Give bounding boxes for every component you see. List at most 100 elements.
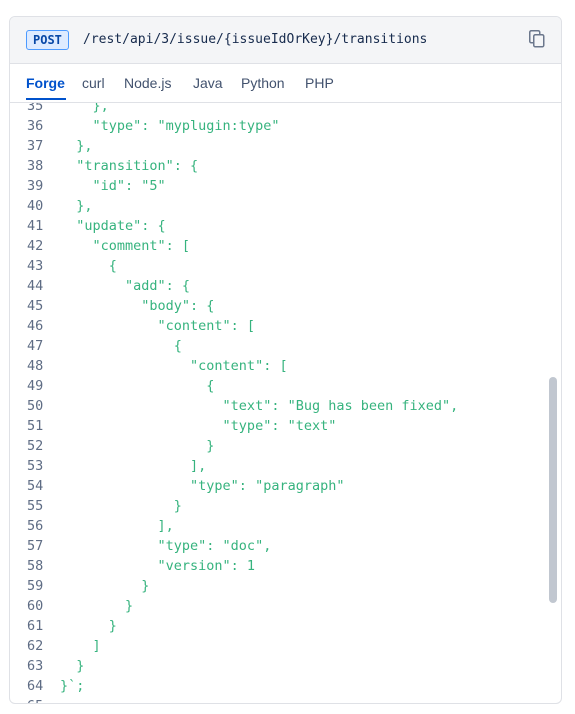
code-line: 64 }`; [10,676,540,696]
code-line: 46 "content": [ [10,316,540,336]
code-text: } [60,438,215,454]
http-method-badge: POST [26,30,69,50]
code-line: 44 "add": { [10,276,540,296]
code-line: 36 "type": "myplugin:type" [10,116,540,136]
line-number: 60 [27,598,44,614]
code-scrollbar[interactable] [549,103,557,703]
code-line: 49 { [10,376,540,396]
code-line: 35 }, [10,103,540,116]
code-text: "transition": { [60,158,199,174]
tab-python[interactable]: Python [241,75,285,91]
tab-forge[interactable]: Forge [26,75,65,91]
code-text: "update": { [60,218,166,234]
code-text: } [60,498,182,514]
line-number: 55 [27,498,44,514]
code-line: 38 "transition": { [10,156,540,176]
code-line: 60 } [10,596,540,616]
code-text: "type": "doc", [60,538,272,554]
code-line: 39 "id": "5" [10,176,540,196]
code-text: "id": "5" [60,178,166,194]
code-line: 48 "content": [ [10,356,540,376]
code-text: { [60,378,215,394]
line-number: 62 [27,638,44,654]
code-text: "type": "myplugin:type" [60,118,280,134]
code-text: ], [60,458,207,474]
code-text: }, [60,103,109,114]
line-number: 49 [27,378,44,394]
tab-java[interactable]: Java [193,75,223,91]
code-text: ] [60,638,101,654]
line-number: 39 [27,178,44,194]
code-line: 65 [10,696,540,703]
line-number: 65 [27,696,43,703]
line-number: 58 [27,558,44,574]
line-number: 63 [27,658,44,674]
code-line: 45 "body": { [10,296,540,316]
code-line: 58 "version": 1 [10,556,540,576]
code-line: 51 "type": "text" [10,416,540,436]
code-text: "text": "Bug has been fixed", [60,398,459,414]
line-number: 41 [27,218,44,234]
line-number: 47 [27,338,44,354]
code-text: "content": [ [60,358,288,374]
line-number: 61 [27,618,44,634]
code-block[interactable]: 35 }, 36 "type": "myplugin:type" 37 }, 38 "… [10,103,561,703]
code-text: } [60,598,134,614]
line-number: 56 [27,518,44,534]
line-number: 44 [27,278,44,294]
line-number: 59 [27,578,44,594]
code-line: 62 ] [10,636,540,656]
code-text: ], [60,518,174,534]
tab-curl[interactable]: curl [82,75,105,91]
code-line: 57 "type": "doc", [10,536,540,556]
code-line: 59 } [10,576,540,596]
language-tabs: Forge curl Node.js Java Python PHP [10,64,561,103]
line-number: 43 [27,258,44,274]
code-text: } [60,578,150,594]
tab-php[interactable]: PHP [305,75,334,91]
line-number: 51 [27,418,44,434]
code-line: 43 { [10,256,540,276]
line-number: 35 [27,103,44,114]
code-line: 54 "type": "paragraph" [10,476,540,496]
line-number: 38 [27,158,44,174]
code-text: "content": [ [60,318,256,334]
line-number: 52 [27,438,44,454]
code-text: "body": { [60,298,215,314]
code-line: 55 } [10,496,540,516]
code-line: 41 "update": { [10,216,540,236]
code-text: }, [60,198,93,214]
line-number: 48 [27,358,44,374]
line-number: 46 [27,318,44,334]
line-number: 37 [27,138,44,154]
code-text: }, [60,138,93,154]
code-text: "version": 1 [60,558,256,574]
code-line: 47 { [10,336,540,356]
copy-icon[interactable] [529,30,545,48]
code-text: { [60,338,182,354]
line-number: 64 [27,678,44,694]
line-number: 42 [27,238,44,254]
line-number: 45 [27,298,44,314]
code-text: } [60,658,85,674]
code-text: "type": "paragraph" [60,478,345,494]
code-text: "add": { [60,278,191,294]
code-line: 63 } [10,656,540,676]
code-line: 52 } [10,436,540,456]
code-line: 50 "text": "Bug has been fixed", [10,396,540,416]
code-text: { [60,258,117,274]
line-number: 57 [27,538,44,554]
tab-nodejs[interactable]: Node.js [124,75,171,91]
line-number: 36 [27,118,44,134]
code-text: } [60,618,117,634]
line-number: 40 [27,198,44,214]
code-line: 37 }, [10,136,540,156]
endpoint-path: /rest/api/3/issue/{issueIdOrKey}/transit… [83,32,428,47]
active-tab-indicator [26,98,66,100]
code-text: }`; [60,678,85,694]
code-text: "comment": [ [60,238,191,254]
code-line: 42 "comment": [ [10,236,540,256]
scrollbar-thumb[interactable] [549,377,557,603]
code-line: 56 ], [10,516,540,536]
code-line: 61 } [10,616,540,636]
